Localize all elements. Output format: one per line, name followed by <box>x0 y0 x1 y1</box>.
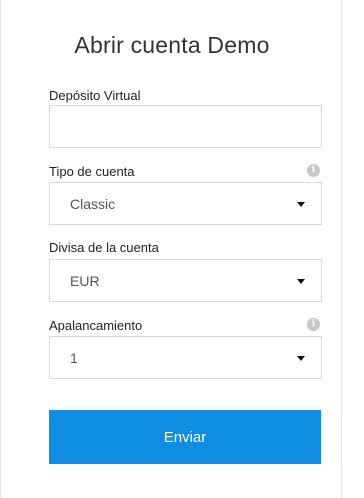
leverage-label: Apalancamiento <box>49 318 143 333</box>
leverage-value: 1 <box>70 350 78 366</box>
account-type-select[interactable]: Classic <box>49 182 322 225</box>
deposit-label: Depósito Virtual <box>49 88 141 103</box>
caret-down-icon <box>297 202 305 207</box>
info-icon[interactable]: i <box>307 164 320 177</box>
demo-account-form: Abrir cuenta Demo Depósito Virtual Tipo … <box>0 0 342 498</box>
currency-label: Divisa de la cuenta <box>49 240 159 255</box>
caret-down-icon <box>297 356 305 361</box>
deposit-field[interactable] <box>49 105 322 148</box>
currency-select[interactable]: EUR <box>49 259 322 302</box>
account-type-label: Tipo de cuenta <box>49 164 135 179</box>
leverage-select[interactable]: 1 <box>49 336 322 379</box>
info-icon[interactable]: i <box>307 318 320 331</box>
deposit-input[interactable] <box>50 106 321 147</box>
currency-value: EUR <box>70 273 100 289</box>
account-type-value: Classic <box>70 196 116 212</box>
caret-down-icon <box>297 279 305 284</box>
form-title: Abrir cuenta Demo <box>74 32 270 58</box>
submit-button[interactable]: Enviar <box>49 410 321 464</box>
